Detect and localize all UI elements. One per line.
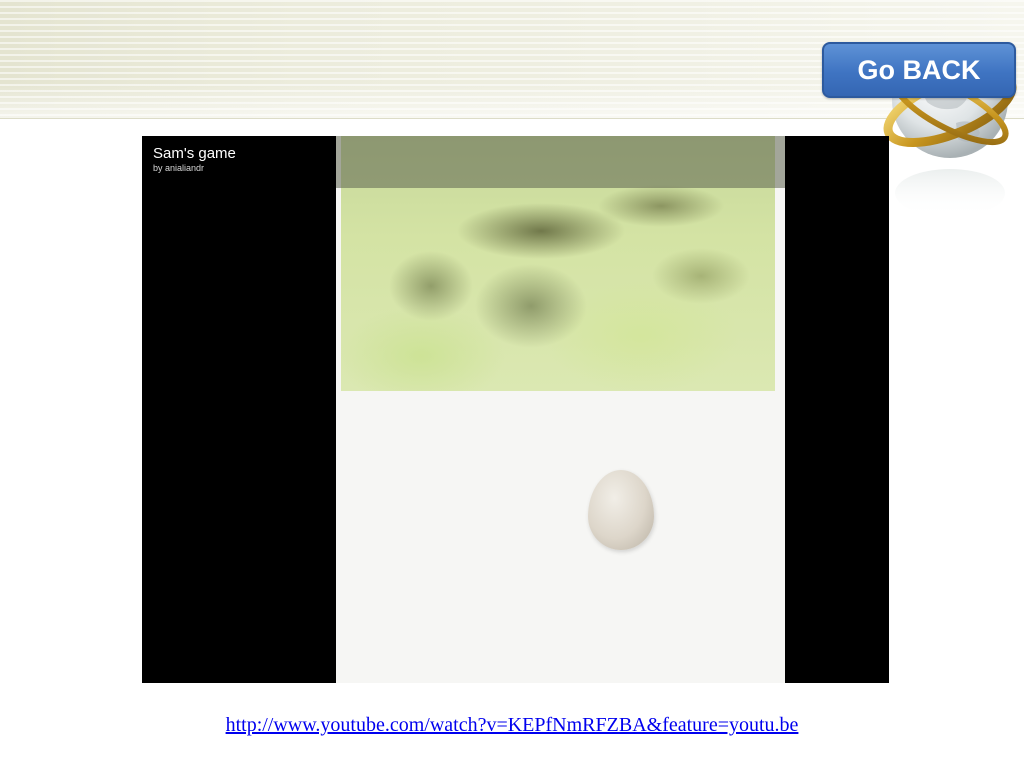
game-screen (336, 136, 785, 683)
video-top-overlay (336, 136, 785, 188)
youtube-link[interactable]: http://www.youtube.com/watch?v=KEPfNmRFZ… (0, 714, 1024, 737)
go-back-button[interactable]: Go BACK (822, 42, 1016, 98)
video-title[interactable]: Sam's game (153, 145, 236, 163)
egg-icon (588, 470, 654, 550)
video-player[interactable]: Sam's game by anialiandr (142, 136, 889, 683)
video-author[interactable]: by anialiandr (153, 163, 204, 174)
slide: Go BACK Sam's game by anialiandr http://… (0, 0, 1024, 765)
